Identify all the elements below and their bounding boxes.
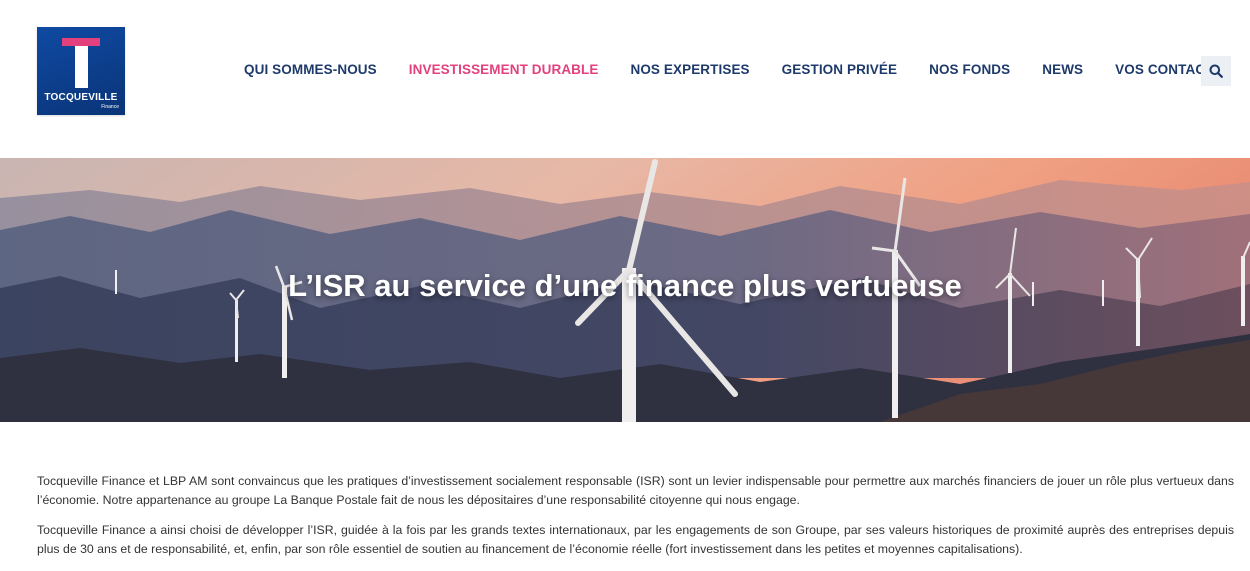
logo-subtitle: Finance <box>101 104 119 110</box>
search-icon <box>1209 64 1223 78</box>
intro-content: Tocqueville Finance et LBP AM sont conva… <box>0 422 1250 559</box>
nav-item-nos-expertises[interactable]: NOS EXPERTISES <box>614 60 765 79</box>
search-button[interactable] <box>1201 56 1231 86</box>
intro-paragraph-1: Tocqueville Finance et LBP AM sont conva… <box>37 474 1234 507</box>
logo-mark-stem <box>75 46 88 88</box>
nav-item-gestion-privee[interactable]: GESTION PRIVÉE <box>766 60 913 79</box>
hero-title: L’ISR au service d’une finance plus vert… <box>288 268 962 303</box>
nav-item-qui-sommes-nous[interactable]: QUI SOMMES-NOUS <box>228 60 393 79</box>
logo-mark-bar <box>62 38 100 46</box>
site-header: TOCQUEVILLE Finance QUI SOMMES-NOUS INVE… <box>0 0 1250 158</box>
nav-item-investissement-durable[interactable]: INVESTISSEMENT DURABLE <box>393 60 615 79</box>
intro-paragraph-2: Tocqueville Finance a ainsi choisi de dé… <box>37 523 1234 556</box>
nav-item-news[interactable]: NEWS <box>1026 60 1099 79</box>
main-nav: QUI SOMMES-NOUS INVESTISSEMENT DURABLE N… <box>228 60 1239 79</box>
tocqueville-logo[interactable]: TOCQUEVILLE Finance <box>37 27 125 115</box>
logo-name: TOCQUEVILLE <box>44 92 118 103</box>
nav-item-nos-fonds[interactable]: NOS FONDS <box>913 60 1026 79</box>
hero-banner: L’ISR au service d’une finance plus vert… <box>0 158 1250 422</box>
